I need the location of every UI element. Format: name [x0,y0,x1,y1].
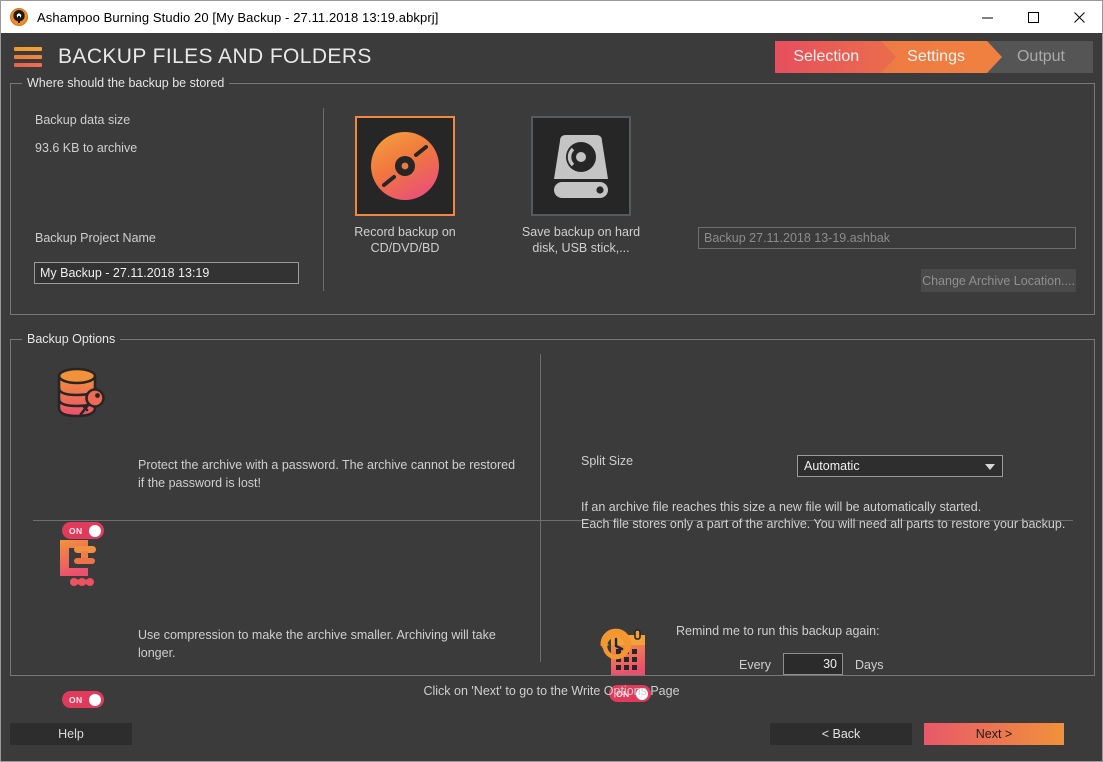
step-settings[interactable]: Settings [881,41,987,73]
application-window: Ashampoo Burning Studio 20 [My Backup - … [0,0,1103,762]
step-selection-label: Selection [793,48,859,66]
backup-data-size-label: Backup data size [35,113,130,127]
footer-hint: Click on 'Next' to go to the Write Optio… [1,684,1102,698]
main-content: Where should the backup be stored Backup… [1,81,1102,677]
split-size-select[interactable]: Automatic [797,455,1003,477]
password-description-line2: if the password is lost! [138,474,523,492]
help-button-label: Help [58,727,84,741]
compression-description-line1: Use compression to make the archive smal… [138,626,523,644]
archive-filename-value: Backup 27.11.2018 13-19.ashbak [704,231,890,245]
chevron-down-icon [985,464,995,470]
split-size-note-line2: Each file stores only a part of the arch… [581,516,1065,533]
storage-group: Where should the backup be stored Backup… [10,83,1095,315]
reminder-interval-value: 30 [823,657,837,671]
compression-icon-wrap [52,534,110,597]
hard-disk-drive-icon [542,127,620,205]
target-tile-cd-caption-line2: CD/DVD/BD [330,240,480,256]
backup-options-group: Backup Options [10,339,1095,676]
reminder-every-label: Every [739,658,771,672]
split-size-note-line1: If an archive file reaches this size a n… [581,499,1065,516]
options-vertical-divider [540,354,541,662]
ashampoo-logo-icon [10,8,28,26]
project-name-label: Backup Project Name [35,231,156,245]
next-button[interactable]: Next > [924,723,1064,745]
target-tile-cd[interactable] [355,116,455,216]
password-icon-wrap [51,364,109,427]
change-archive-location-label: Change Archive Location.... [922,274,1075,288]
compression-description-line2: longer. [138,644,523,662]
back-button-label: < Back [822,727,861,741]
compression-clamp-icon [52,534,110,592]
help-button[interactable]: Help [10,723,132,745]
reminder-unit-label: Days [855,658,883,672]
step-breadcrumb: Selection Settings Output [775,41,1093,73]
target-tile-harddisk-caption-line2: disk, USB stick,... [506,240,656,256]
app-header: BACKUP FILES AND FOLDERS Selection Setti… [1,33,1102,81]
calendar-clock-reminder-icon [597,628,651,682]
title-bar: Ashampoo Burning Studio 20 [My Backup - … [1,1,1102,33]
close-icon[interactable] [1056,2,1102,33]
target-tile-harddisk-caption: Save backup on hard disk, USB stick,... [506,224,656,256]
database-key-password-icon [51,364,109,422]
backup-data-size-value: 93.6 KB to archive [35,141,137,155]
step-selection[interactable]: Selection [775,41,881,73]
project-name-input[interactable]: My Backup - 27.11.2018 13:19 [34,262,299,284]
target-tile-cd-caption: Record backup on CD/DVD/BD [330,224,480,256]
step-output[interactable]: Output [987,41,1093,73]
next-button-label: Next > [976,727,1012,741]
cd-dvd-disc-icon [366,127,444,205]
project-name-value: My Backup - 27.11.2018 13:19 [40,266,209,280]
compression-description: Use compression to make the archive smal… [138,626,523,662]
password-description: Protect the archive with a password. The… [138,456,523,492]
reminder-interval-input[interactable]: 30 [783,653,843,675]
target-tile-harddisk[interactable] [531,116,631,216]
step-settings-label: Settings [907,48,965,66]
storage-vertical-divider [323,108,324,291]
minimize-icon[interactable] [964,2,1010,33]
reminder-title: Remind me to run this backup again: [676,624,880,638]
backup-options-group-title: Backup Options [22,332,120,346]
step-output-label: Output [1017,48,1065,66]
maximize-icon[interactable] [1010,2,1056,33]
archive-filename-input: Backup 27.11.2018 13-19.ashbak [698,227,1076,249]
footer-bar: Click on 'Next' to go to the Write Optio… [1,677,1102,761]
back-button[interactable]: < Back [770,723,912,745]
change-archive-location-button[interactable]: Change Archive Location.... [921,269,1076,292]
password-description-line1: Protect the archive with a password. The… [138,456,523,474]
storage-group-title: Where should the backup be stored [22,76,229,90]
target-tile-harddisk-caption-line1: Save backup on hard [506,224,656,240]
page-title: BACKUP FILES AND FOLDERS [58,45,372,69]
split-size-value: Automatic [804,459,860,473]
split-size-label: Split Size [581,454,633,468]
split-size-note: If an archive file reaches this size a n… [581,499,1065,533]
window-title: Ashampoo Burning Studio 20 [My Backup - … [37,10,438,25]
target-tile-cd-caption-line1: Record backup on [330,224,480,240]
hamburger-menu-icon[interactable] [14,47,42,67]
